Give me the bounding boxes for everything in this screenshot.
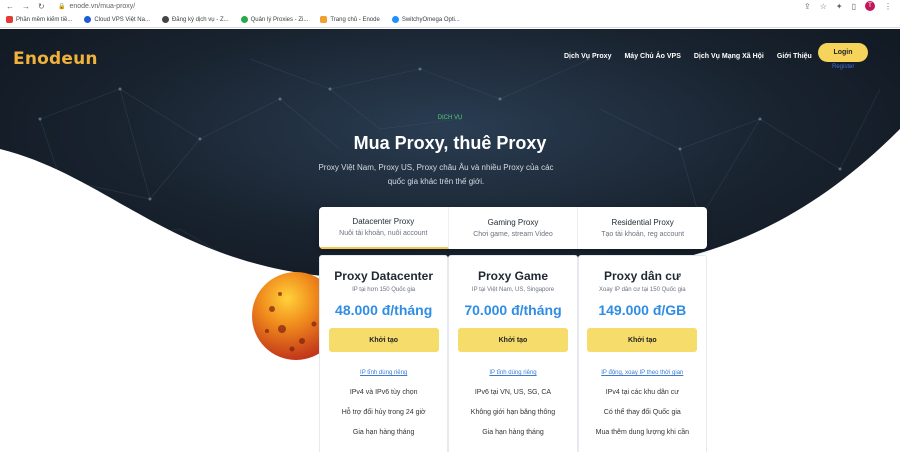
browser-actions: ⇪ ☆ ✦ ▯ T ⋮ xyxy=(804,1,900,11)
tab-residential[interactable]: Residential Proxy Tạo tài khoản, reg acc… xyxy=(578,207,707,249)
pricing-card-residential: Proxy dân cư Xoay IP dân cư tại 150 Quốc… xyxy=(577,255,707,452)
card-feature: IPv6 tại VN, US, SG, CA xyxy=(474,389,552,396)
profile-avatar[interactable]: T xyxy=(865,1,875,11)
pricing-card-game: Proxy Game IP tại Việt Nam, US, Singapor… xyxy=(448,255,578,452)
card-title: Proxy dân cư xyxy=(603,269,681,283)
card-feature-link[interactable]: IP tĩnh dùng riêng xyxy=(489,370,536,376)
site-favicon-icon xyxy=(161,16,169,23)
share-icon[interactable]: ⇪ xyxy=(804,2,811,11)
card-feature-link[interactable]: IP tĩnh dùng riêng xyxy=(360,370,407,376)
youtube-icon xyxy=(6,16,13,23)
main-nav: Dịch Vụ Proxy Máy Chủ Ảo VPS Dịch Vụ Mạn… xyxy=(564,53,812,60)
card-feature: Gia hạn hàng tháng xyxy=(352,429,415,436)
pricing-cards: Proxy Datacenter IP tại hơn 150 Quốc gia… xyxy=(319,255,707,452)
card-feature: Mua thêm dung lượng khi cần xyxy=(595,429,689,436)
nav-item-social[interactable]: Dịch Vụ Mạng Xã Hội xyxy=(694,53,764,60)
site-favicon-icon xyxy=(84,16,92,23)
bookmark-item[interactable]: Quản lý Proxies - Zi... xyxy=(240,16,308,23)
browser-nav: ← → ↻ xyxy=(0,2,58,11)
sidebar-icon[interactable]: ▯ xyxy=(852,2,856,11)
back-icon[interactable]: ← xyxy=(6,2,14,11)
create-button[interactable]: Khởi tạo xyxy=(328,328,439,352)
login-button[interactable]: Login xyxy=(818,43,868,62)
bookmark-item[interactable]: Trang chủ - Enode xyxy=(320,16,380,23)
card-subtitle: IP tại hơn 150 Quốc gia xyxy=(352,287,416,293)
card-price: 48.000 đ/tháng xyxy=(335,302,433,318)
tab-datacenter[interactable]: Datacenter Proxy Nuôi tài khoản, nuôi ac… xyxy=(319,207,449,249)
register-link[interactable]: Register xyxy=(832,64,854,70)
bookmark-item[interactable]: Phần mềm kiếm tiề... xyxy=(6,16,72,23)
card-feature: Không giới hạn băng thông xyxy=(470,409,556,416)
page-title: Mua Proxy, thuê Proxy xyxy=(353,133,547,153)
card-subtitle: IP tại Việt Nam, US, Singapore xyxy=(471,287,555,293)
site-logo[interactable]: Enodeun xyxy=(13,49,98,69)
nav-item-proxy[interactable]: Dịch Vụ Proxy xyxy=(564,53,611,60)
reload-icon[interactable]: ↻ xyxy=(38,2,45,11)
forward-icon[interactable]: → xyxy=(22,2,30,11)
card-title: Proxy Datacenter xyxy=(334,269,434,283)
card-feature: Gia hạn hàng tháng xyxy=(482,429,544,436)
hero-description: Proxy Việt Nam, Proxy US, Proxy châu Âu … xyxy=(318,163,554,186)
card-price: 149.000 đ/GB xyxy=(598,302,687,318)
card-subtitle: Xoay IP dân cư tại 150 Quốc gia xyxy=(599,287,686,293)
tab-gaming[interactable]: Gaming Proxy Chơi game, stream Video xyxy=(449,207,579,249)
site-favicon-icon xyxy=(320,16,328,23)
card-feature: IPv4 tại các khu dân cư xyxy=(605,389,679,396)
card-feature: IPv4 và IPv6 tùy chọn xyxy=(349,389,418,396)
bookmark-item[interactable]: Đăng ký dịch vụ - Z... xyxy=(161,16,229,23)
create-button[interactable]: Khởi tạo xyxy=(457,328,568,352)
proxy-type-tabs: Datacenter Proxy Nuôi tài khoản, nuôi ac… xyxy=(319,207,707,249)
nav-item-about[interactable]: Giới Thiệu xyxy=(777,53,812,60)
lock-icon: 🔒 xyxy=(58,3,66,10)
card-title: Proxy Game xyxy=(477,269,549,283)
bookmark-item[interactable]: SwitchyOmega Opti... xyxy=(391,16,460,23)
section-kicker: DỊCH VỤ xyxy=(437,115,463,121)
star-icon[interactable]: ☆ xyxy=(820,2,827,11)
menu-icon[interactable]: ⋮ xyxy=(884,2,892,11)
card-feature: Hỗ trợ đổi hủy trong 24 giờ xyxy=(341,409,426,416)
url-field[interactable]: 🔒 enode.vn/mua-proxy/ xyxy=(58,3,135,10)
create-button[interactable]: Khởi tạo xyxy=(587,328,698,352)
browser-address-bar: ← → ↻ 🔒 enode.vn/mua-proxy/ ⇪ ☆ ✦ ▯ T ⋮ xyxy=(0,0,900,12)
pricing-card-datacenter: Proxy Datacenter IP tại hơn 150 Quốc gia… xyxy=(319,255,449,452)
card-feature: Có thể thay đổi Quốc gia xyxy=(603,409,681,416)
card-price: 70.000 đ/tháng xyxy=(464,302,562,318)
bookmark-item[interactable]: Cloud VPS Việt Na... xyxy=(84,16,150,23)
url-text[interactable]: enode.vn/mua-proxy/ xyxy=(69,3,135,10)
nav-item-vps[interactable]: Máy Chủ Ảo VPS xyxy=(624,53,680,60)
site-favicon-icon xyxy=(391,16,399,23)
web-page: Enodeun Dịch Vụ Proxy Máy Chủ Ảo VPS Dịc… xyxy=(0,29,900,452)
bookmarks-bar: Phần mềm kiếm tiề... Cloud VPS Việt Na..… xyxy=(0,12,900,28)
site-favicon-icon xyxy=(240,16,248,23)
extensions-icon[interactable]: ✦ xyxy=(836,2,843,11)
card-feature-link[interactable]: IP động, xoay IP theo thời gian xyxy=(601,370,683,376)
